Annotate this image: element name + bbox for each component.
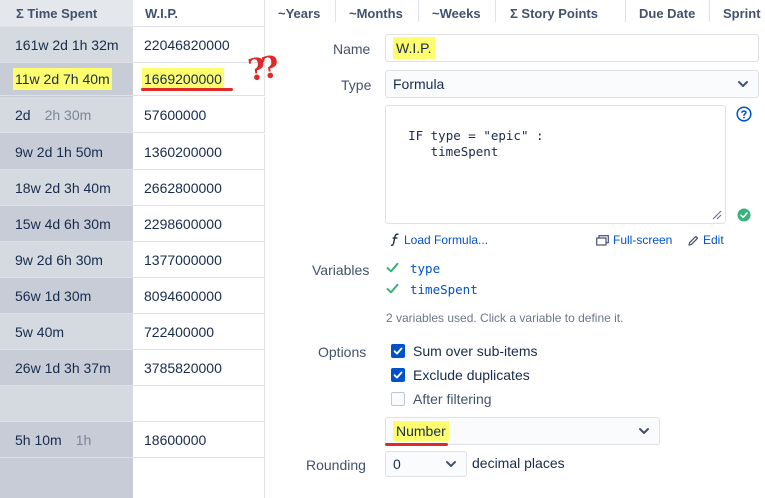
time-cell: 26w 1d 3h 37m — [15, 360, 111, 376]
rounding-select[interactable]: 0 — [385, 451, 467, 477]
table-row[interactable]: 9w 2d 1h 50m 1360200000 — [0, 134, 265, 170]
wip-cell: 1377000000 — [133, 242, 265, 277]
load-formula-link[interactable]: Load Formula... — [390, 233, 488, 247]
wip-cell: 18600000 — [133, 422, 265, 457]
wip-cell — [133, 458, 265, 498]
time-cell: 5w 40m — [0, 314, 133, 349]
formula-editor[interactable]: IF type = "epic" : timeSpent — [385, 105, 726, 224]
chevron-down-icon — [639, 428, 649, 434]
table-row[interactable]: 11w 2d 7h 40m 1669200000 — [0, 63, 265, 96]
highlighted-wip: 1669200000 — [142, 68, 224, 90]
table-row[interactable]: 56w 1d 30m 8094600000 — [0, 278, 265, 314]
type-value: Formula — [393, 76, 445, 92]
wip-cell: 1360200000 — [133, 134, 265, 169]
question-annotation: ?? — [245, 50, 278, 89]
checkbox-unchecked[interactable] — [391, 392, 405, 406]
option-sum-over-subitems[interactable]: Sum over sub-items — [391, 343, 537, 359]
variable-timespent[interactable]: timeSpent — [386, 282, 478, 297]
name-input[interactable]: W.I.P. — [385, 34, 759, 62]
variables-label: Variables — [312, 262, 370, 278]
name-label: Name — [333, 41, 371, 57]
header-wip[interactable]: W.I.P. — [133, 0, 265, 27]
table-row[interactable]: 2d 2h 30m 57600000 — [0, 97, 265, 133]
wip-cell — [133, 386, 265, 421]
pencil-icon — [688, 235, 699, 246]
time-cell — [0, 458, 133, 498]
option-exclude-duplicates[interactable]: Exclude duplicates — [391, 367, 530, 383]
red-underline-wip — [141, 88, 233, 91]
function-icon — [390, 233, 399, 246]
check-icon — [386, 262, 399, 273]
format-select[interactable]: Number — [385, 417, 660, 445]
chevron-down-icon — [446, 461, 456, 467]
type-label: Type — [341, 77, 372, 93]
time-cell: 18w 2d 3h 40m — [0, 170, 133, 205]
rounding-label: Rounding — [306, 457, 366, 473]
table-row[interactable] — [0, 386, 265, 422]
wip-cell: 2298600000 — [133, 206, 265, 241]
wip-cell: 57600000 — [133, 97, 265, 132]
table-row[interactable]: 18w 2d 3h 40m 2662800000 — [0, 170, 265, 206]
edit-link[interactable]: Edit — [688, 233, 724, 247]
time-cell: 9w 2d 6h 30m — [0, 242, 133, 277]
decimal-places-label: decimal places — [472, 455, 565, 471]
name-value: W.I.P. — [393, 37, 435, 59]
wip-cell: 2662800000 — [133, 170, 265, 205]
time-cell: 11w 2d 7h 40m — [0, 63, 133, 95]
time-cell: 2d 2h 30m — [0, 97, 133, 132]
table-row[interactable] — [0, 458, 265, 498]
highlighted-time: 11w 2d 7h 40m — [13, 68, 112, 90]
checkbox-checked[interactable] — [391, 344, 405, 358]
variables-hint: 2 variables used. Click a variable to de… — [386, 311, 624, 325]
type-select[interactable]: Formula — [385, 70, 759, 98]
rounding-value: 0 — [393, 456, 401, 472]
table-row[interactable]: 26w 1d 3h 37m 3785820000 — [0, 350, 265, 386]
table-row[interactable]: 5h 10m 1h 18600000 — [0, 422, 265, 458]
option-after-filtering[interactable]: After filtering — [391, 391, 492, 407]
remaining-time: 1h — [75, 432, 92, 448]
table-row[interactable]: 161w 2d 1h 32m 22046820000 — [0, 27, 265, 63]
fullscreen-link[interactable]: Full-screen — [596, 233, 672, 247]
table-row[interactable]: 9w 2d 6h 30m 1377000000 — [0, 242, 265, 278]
chevron-down-icon — [738, 81, 748, 87]
time-cell: 5h 10m 1h — [15, 432, 92, 448]
fullscreen-icon — [596, 235, 609, 246]
formula-text: IF type = "epic" : timeSpent — [408, 128, 544, 159]
checkbox-checked[interactable] — [391, 368, 405, 382]
help-icon[interactable] — [736, 106, 752, 122]
wip-cell: 8094600000 — [133, 278, 265, 313]
time-cell: 15w 4d 6h 30m — [15, 216, 111, 232]
wip-cell: 722400000 — [133, 314, 265, 349]
red-underline-format — [385, 443, 448, 446]
table-row[interactable]: 15w 4d 6h 30m 2298600000 — [0, 206, 265, 242]
time-cell — [0, 386, 133, 421]
check-icon — [386, 283, 399, 294]
time-cell: 9w 2d 1h 50m — [15, 144, 103, 160]
options-label: Options — [318, 344, 367, 360]
time-cell: 56w 1d 30m — [15, 288, 92, 304]
wip-cell: 3785820000 — [133, 350, 265, 385]
variable-type[interactable]: type — [386, 261, 440, 276]
format-value: Number — [393, 421, 449, 441]
resize-handle-icon[interactable] — [712, 210, 722, 220]
time-cell: 161w 2d 1h 32m — [0, 27, 133, 62]
header-time-spent[interactable]: Σ Time Spent — [0, 0, 133, 27]
table-row[interactable]: 5w 40m 722400000 — [0, 314, 265, 350]
remaining-time: 2h 30m — [44, 107, 92, 123]
valid-check-icon — [737, 208, 751, 222]
